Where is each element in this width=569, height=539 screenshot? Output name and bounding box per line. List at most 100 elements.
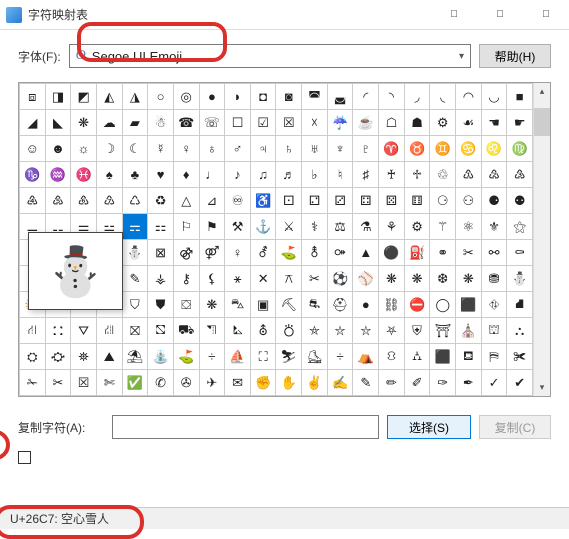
character-cell[interactable]: ⛢: [251, 318, 277, 344]
character-cell[interactable]: ⚕: [302, 214, 328, 240]
copy-characters-input[interactable]: [112, 415, 379, 439]
character-cell[interactable]: ⚩: [328, 240, 354, 266]
character-cell[interactable]: ❋: [405, 266, 431, 292]
character-cell[interactable]: ♓: [71, 162, 97, 188]
character-cell[interactable]: ⛝: [123, 318, 149, 344]
character-cell[interactable]: ✏: [379, 370, 405, 396]
character-cell[interactable]: ▰: [123, 110, 149, 136]
character-cell[interactable]: ☛: [507, 110, 533, 136]
advanced-view-checkbox[interactable]: [18, 451, 31, 464]
character-cell[interactable]: ☺: [20, 136, 46, 162]
character-cell[interactable]: ⛃: [482, 266, 508, 292]
character-cell[interactable]: ☑: [251, 110, 277, 136]
character-cell[interactable]: ⛨: [405, 318, 431, 344]
character-cell[interactable]: ⚭: [430, 240, 456, 266]
character-cell[interactable]: ⛭: [20, 344, 46, 370]
character-cell[interactable]: ♰: [379, 162, 405, 188]
scroll-down-icon[interactable]: ▾: [534, 379, 550, 396]
character-cell[interactable]: ❋: [456, 266, 482, 292]
character-cell[interactable]: ⚎: [123, 214, 149, 240]
character-cell[interactable]: ✇: [174, 370, 200, 396]
character-cell[interactable]: ÷: [200, 344, 226, 370]
character-cell[interactable]: ⚦: [251, 240, 277, 266]
character-cell[interactable]: ♦: [174, 162, 200, 188]
character-cell[interactable]: ⛸: [302, 344, 328, 370]
character-cell[interactable]: ⛗: [482, 292, 508, 318]
character-cell[interactable]: ✕: [251, 266, 277, 292]
character-cell[interactable]: ⛬: [507, 318, 533, 344]
character-cell[interactable]: ♄: [276, 136, 302, 162]
character-cell[interactable]: ✄: [97, 370, 123, 396]
character-cell[interactable]: ⚔: [276, 214, 302, 240]
character-cell[interactable]: ☾: [123, 136, 149, 162]
character-cell[interactable]: ⚑: [200, 214, 226, 240]
character-cell[interactable]: ☕: [353, 110, 379, 136]
character-cell[interactable]: ⛑: [328, 292, 354, 318]
character-cell[interactable]: ♺: [123, 188, 149, 214]
character-cell[interactable]: ⚃: [353, 188, 379, 214]
character-cell[interactable]: ◮: [123, 84, 149, 110]
character-cell[interactable]: ♴: [482, 162, 508, 188]
character-cell[interactable]: ◠: [456, 84, 482, 110]
character-cell[interactable]: ❋: [200, 292, 226, 318]
character-cell[interactable]: ◚: [302, 84, 328, 110]
character-cell[interactable]: ⚙: [405, 214, 431, 240]
character-cell[interactable]: ♅: [302, 136, 328, 162]
character-cell[interactable]: ⚜: [482, 214, 508, 240]
scroll-track[interactable]: [534, 100, 550, 379]
character-cell[interactable]: ⛫: [482, 318, 508, 344]
character-cell[interactable]: ❆: [430, 266, 456, 292]
character-cell[interactable]: ☃: [148, 110, 174, 136]
character-cell[interactable]: ☒: [276, 110, 302, 136]
maximize-button[interactable]: : [477, 0, 523, 30]
character-cell[interactable]: ✂: [302, 266, 328, 292]
vertical-scrollbar[interactable]: ▴ ▾: [533, 83, 550, 396]
character-cell[interactable]: ⚓: [251, 214, 277, 240]
character-cell[interactable]: ◞: [405, 84, 431, 110]
character-cell[interactable]: ⛥: [328, 318, 354, 344]
character-cell[interactable]: ⛳: [174, 344, 200, 370]
character-cell[interactable]: ♹: [97, 188, 123, 214]
character-cell[interactable]: ✑: [430, 370, 456, 396]
character-cell[interactable]: ✒: [456, 370, 482, 396]
character-cell[interactable]: ⚛: [456, 214, 482, 240]
character-cell[interactable]: ⛷: [276, 344, 302, 370]
character-cell[interactable]: ♳: [456, 162, 482, 188]
character-cell[interactable]: ⚀: [276, 188, 302, 214]
character-cell[interactable]: ⚶: [148, 266, 174, 292]
character-cell[interactable]: ✓: [482, 370, 508, 396]
character-cell[interactable]: ◎: [174, 84, 200, 110]
character-cell[interactable]: ⛜: [97, 318, 123, 344]
character-cell[interactable]: ♠: [97, 162, 123, 188]
character-cell[interactable]: ⚾: [353, 266, 379, 292]
character-cell[interactable]: ⛣: [276, 318, 302, 344]
help-button[interactable]: 帮助(H): [479, 44, 551, 68]
character-cell[interactable]: ♋: [456, 136, 482, 162]
scroll-up-icon[interactable]: ▴: [534, 83, 550, 100]
character-cell[interactable]: ⛠: [200, 318, 226, 344]
character-cell[interactable]: ⛐: [302, 292, 328, 318]
character-cell[interactable]: ✂: [456, 240, 482, 266]
character-cell[interactable]: ⚐: [174, 214, 200, 240]
character-cell[interactable]: ♆: [328, 136, 354, 162]
character-cell[interactable]: ♣: [123, 162, 149, 188]
character-cell[interactable]: ◛: [328, 84, 354, 110]
character-cell[interactable]: ♃: [251, 136, 277, 162]
minimize-button[interactable]: : [431, 0, 477, 30]
character-cell[interactable]: ⧈: [20, 84, 46, 110]
character-cell[interactable]: ⚖: [328, 214, 354, 240]
character-cell[interactable]: ⛳: [276, 240, 302, 266]
character-cell[interactable]: ⛮: [46, 344, 72, 370]
character-cell[interactable]: ⛺: [353, 344, 379, 370]
character-cell[interactable]: ✋: [276, 370, 302, 396]
character-cell[interactable]: ◗: [225, 84, 251, 110]
character-cell[interactable]: ✅: [123, 370, 149, 396]
character-cell[interactable]: ♁: [200, 136, 226, 162]
character-cell[interactable]: ♉: [405, 136, 431, 162]
character-cell[interactable]: ✐: [405, 370, 431, 396]
character-cell[interactable]: ⬛: [456, 292, 482, 318]
character-cell[interactable]: ▣: [251, 292, 277, 318]
character-cell[interactable]: ♥: [148, 162, 174, 188]
character-cell[interactable]: ♍: [507, 136, 533, 162]
character-cell[interactable]: ♀: [225, 240, 251, 266]
